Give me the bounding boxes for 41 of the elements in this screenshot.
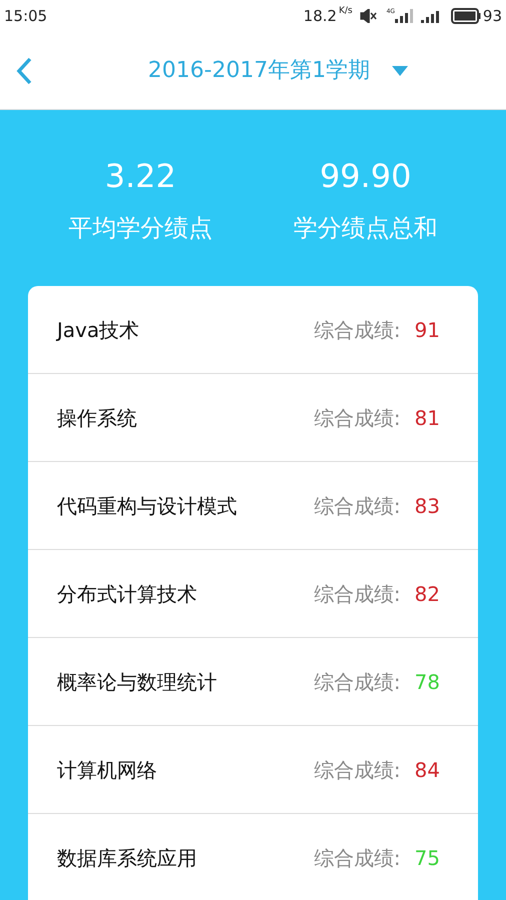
status-time: 15:05 xyxy=(4,6,48,27)
course-name: 代码重构与设计模式 xyxy=(57,492,237,520)
course-row[interactable]: Java技术 综合成绩: 91 xyxy=(28,286,478,374)
network-speed: 18.2 xyxy=(303,6,337,27)
course-row[interactable]: 代码重构与设计模式 综合成绩: 83 xyxy=(28,462,478,550)
muted-speaker-icon xyxy=(360,9,378,23)
course-row[interactable]: 计算机网络 综合成绩: 84 xyxy=(28,726,478,814)
course-name: 概率论与数理统计 xyxy=(57,668,217,696)
battery-icon xyxy=(450,8,481,24)
score-label: 综合成绩: xyxy=(314,580,401,608)
chevron-left-icon xyxy=(16,57,32,85)
score-value: 83 xyxy=(414,492,440,520)
course-name: 计算机网络 xyxy=(57,756,157,784)
score-label: 综合成绩: xyxy=(314,492,401,520)
stat-label: 平均学分绩点 xyxy=(68,216,212,240)
score-label: 综合成绩: xyxy=(314,756,401,784)
score-value: 91 xyxy=(414,316,440,344)
score-value: 84 xyxy=(414,756,440,784)
course-name: 操作系统 xyxy=(57,404,137,432)
signal-icon xyxy=(394,9,413,23)
score-label: 综合成绩: xyxy=(314,316,401,344)
dropdown-triangle-icon xyxy=(392,66,408,76)
stat-label: 学分绩点总和 xyxy=(294,216,438,240)
course-name: 分布式计算技术 xyxy=(57,580,197,608)
score-value: 75 xyxy=(414,844,440,872)
course-row[interactable]: 操作系统 综合成绩: 81 xyxy=(28,374,478,462)
course-row[interactable]: 数据库系统应用 综合成绩: 75 xyxy=(28,814,478,900)
score-value: 81 xyxy=(414,404,440,432)
stat-value: 99.90 xyxy=(320,160,412,192)
course-row[interactable]: 概率论与数理统计 综合成绩: 78 xyxy=(28,638,478,726)
battery-level: 93 xyxy=(482,6,502,27)
course-row[interactable]: 分布式计算技术 综合成绩: 82 xyxy=(28,550,478,638)
score-label: 综合成绩: xyxy=(314,404,401,432)
score-value: 78 xyxy=(414,668,440,696)
score-label: 综合成绩: xyxy=(314,844,401,872)
speed-unit: K/s xyxy=(338,4,352,18)
stat-value: 3.22 xyxy=(104,160,176,192)
score-label: 综合成绩: xyxy=(314,668,401,696)
course-name: Java技术 xyxy=(57,316,140,344)
course-name: 数据库系统应用 xyxy=(57,844,197,872)
score-value: 82 xyxy=(414,580,440,608)
